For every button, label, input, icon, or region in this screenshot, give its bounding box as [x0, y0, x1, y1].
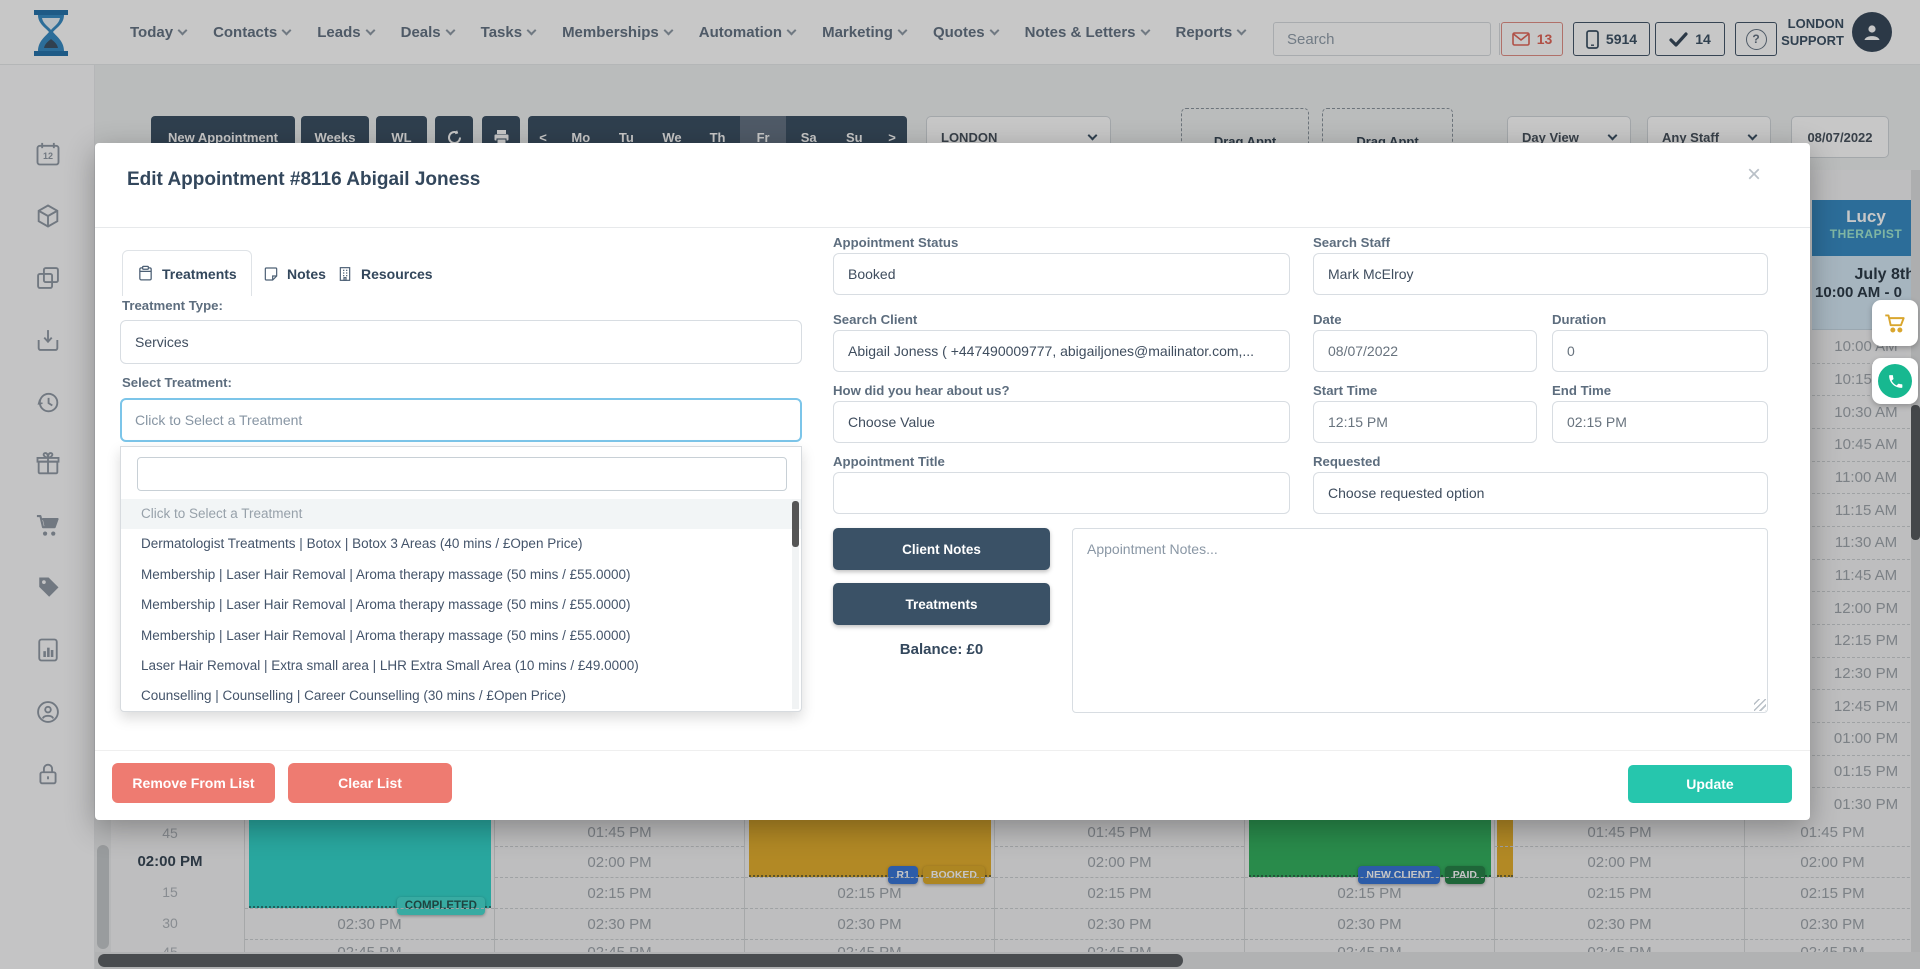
duration-label: Duration — [1552, 312, 1606, 327]
treatments-button[interactable]: Treatments — [833, 583, 1050, 625]
select-treatment-label: Select Treatment: — [122, 375, 232, 390]
dropdown-option[interactable]: Laser Hair Removal | Extra small area | … — [121, 651, 801, 681]
appointment-status-field[interactable] — [833, 253, 1290, 295]
phone-icon — [1878, 364, 1912, 398]
requested-label: Requested — [1313, 454, 1380, 469]
start-time-label: Start Time — [1313, 383, 1377, 398]
modal-title: Edit Appointment #8116 Abigail Joness — [127, 169, 480, 191]
textarea-resize-handle[interactable] — [1754, 699, 1766, 711]
select-treatment-dropdown[interactable]: Click to Select a Treatment — [120, 398, 802, 442]
requested-select[interactable]: Choose requested option — [1313, 472, 1768, 514]
tab-resources[interactable]: Resources — [323, 256, 447, 292]
appointment-title-field[interactable] — [833, 472, 1290, 514]
appointment-notes-textarea[interactable] — [1072, 528, 1768, 713]
date-label: Date — [1313, 312, 1342, 327]
end-time-label: End Time — [1552, 383, 1611, 398]
dropdown-option[interactable]: Click to Select a Treatment — [121, 499, 801, 529]
dropdown-option[interactable]: Membership | Laser Hair Removal | Aroma … — [121, 590, 801, 620]
dropdown-option[interactable]: Dermatologist Treatments | Botox | Botox… — [121, 529, 801, 559]
footer-divider — [95, 750, 1810, 751]
dropdown-search-input[interactable] — [137, 457, 787, 491]
clipboard-icon — [137, 265, 154, 282]
duration-field[interactable] — [1552, 330, 1768, 372]
treatment-dropdown-panel: Click to Select a Treatment Dermatologis… — [120, 446, 802, 712]
close-icon[interactable]: × — [1747, 161, 1761, 189]
edit-appointment-modal: Edit Appointment #8116 Abigail Joness × … — [95, 143, 1810, 820]
hear-about-label: How did you hear about us? — [833, 383, 1010, 398]
end-time-field[interactable] — [1552, 401, 1768, 443]
note-icon — [263, 266, 279, 282]
appointment-status-label: Appointment Status — [833, 235, 958, 250]
dropdown-scrollbar-thumb[interactable] — [792, 501, 799, 547]
search-client-field[interactable] — [833, 330, 1290, 372]
start-time-field[interactable] — [1313, 401, 1537, 443]
cart-float-button[interactable] — [1872, 300, 1918, 346]
clear-list-button[interactable]: Clear List — [288, 763, 452, 803]
search-staff-field[interactable] — [1313, 253, 1768, 295]
search-staff-label: Search Staff — [1313, 235, 1390, 250]
update-button[interactable]: Update — [1628, 765, 1792, 803]
treatment-type-field[interactable] — [120, 320, 802, 364]
dropdown-option[interactable]: Membership | Laser Hair Removal | Aroma … — [121, 621, 801, 651]
dropdown-option[interactable]: Counselling | Counselling | Career Couns… — [121, 681, 801, 711]
phone-float-button[interactable] — [1872, 358, 1918, 404]
search-client-label: Search Client — [833, 312, 917, 327]
tab-treatments[interactable]: Treatments — [122, 250, 252, 296]
remove-from-list-button[interactable]: Remove From List — [112, 763, 275, 803]
client-notes-button[interactable]: Client Notes — [833, 528, 1050, 570]
hear-about-select[interactable]: Choose Value — [833, 401, 1290, 443]
balance-text: Balance: £0 — [833, 641, 1050, 658]
cart-icon — [1882, 310, 1908, 336]
treatment-type-label: Treatment Type: — [122, 298, 223, 313]
appointment-title-label: Appointment Title — [833, 454, 945, 469]
date-field[interactable] — [1313, 330, 1537, 372]
dropdown-option[interactable]: Membership | Laser Hair Removal | Aroma … — [121, 560, 801, 590]
building-icon — [337, 266, 353, 282]
modal-divider — [95, 227, 1810, 228]
